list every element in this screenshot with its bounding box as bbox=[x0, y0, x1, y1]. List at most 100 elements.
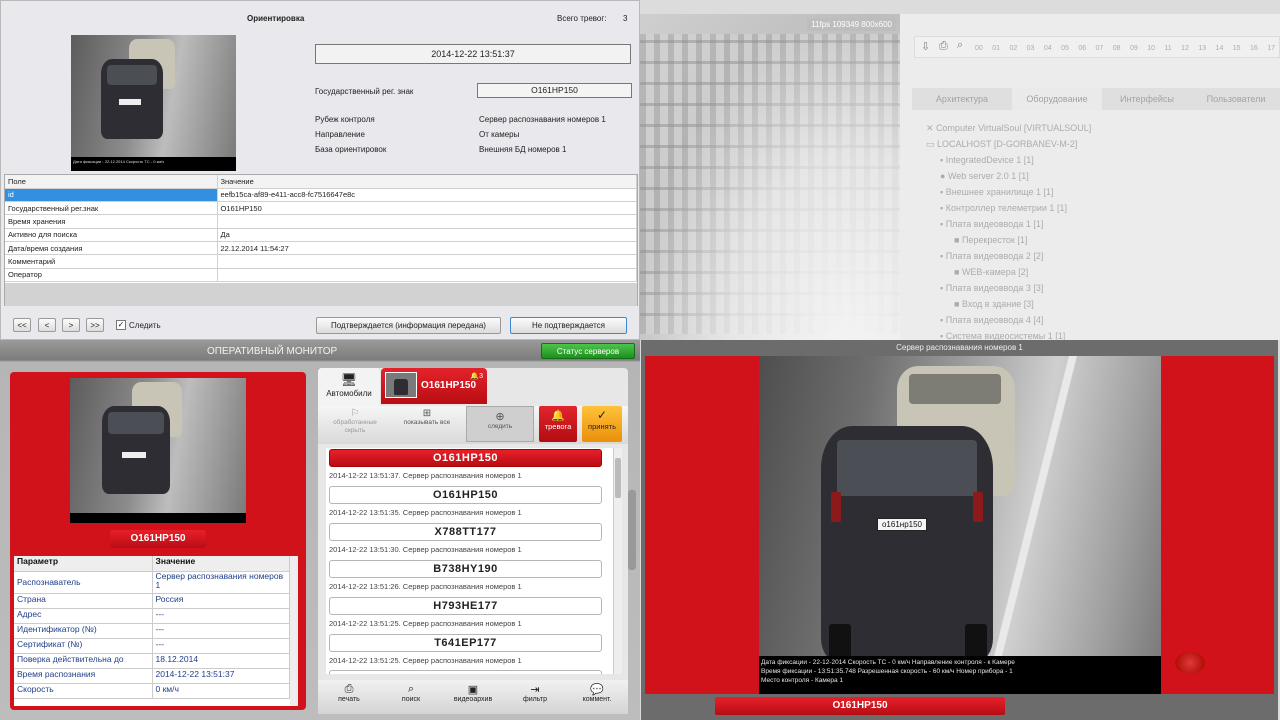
next-button[interactable]: > bbox=[62, 318, 80, 332]
reject-button[interactable]: Не подтверждается bbox=[510, 317, 627, 334]
tree-item[interactable]: ▪ Система видеосистемы 1 [1] bbox=[920, 328, 1270, 340]
timeline-bar[interactable]: ⇩ ⎙ ⌕ 00 01 02 03 04 05 06 07 08 09 10 11 12 13 14 15 16… bbox=[914, 36, 1280, 58]
caption-line-2: Время фиксации - 13:51:35.748 Разрешенна… bbox=[761, 668, 1013, 675]
tree-item[interactable]: ▪ Внешнее хранилище 1 [1] bbox=[920, 184, 1270, 200]
tree-item[interactable]: ■ Перекресток [1] bbox=[920, 232, 1270, 248]
first-button[interactable]: << bbox=[13, 318, 31, 332]
tab-alert[interactable]: O161HP150 🔔3 bbox=[381, 368, 487, 404]
table-header-value: Значение bbox=[217, 175, 637, 189]
list-scrollbar[interactable] bbox=[613, 448, 622, 674]
config-tabs: Архитектура Оборудование Интерфейсы Поль… bbox=[912, 88, 1280, 110]
printer-icon: ⎙ bbox=[344, 683, 354, 695]
logo-icon bbox=[1175, 652, 1205, 674]
follow-checkbox[interactable]: ✓ bbox=[116, 320, 126, 330]
tree-item[interactable]: ▪ Контроллер телеметрии 1 [1] bbox=[920, 200, 1270, 216]
params-table[interactable]: Параметр Значение Распознаватель Сервер ра… bbox=[14, 556, 298, 706]
archive-button[interactable]: ▣ видеоархив bbox=[442, 680, 504, 714]
table-row[interactable]: Адрес --- bbox=[14, 608, 290, 624]
tab-architecture[interactable]: Архитектура bbox=[912, 88, 1012, 110]
table-row[interactable]: Оператор bbox=[5, 268, 637, 282]
events-panel: 🖥 Автомобили O161HP150 🔔3 ⚐ обработанные… bbox=[318, 368, 628, 714]
timeline-tick: 08 bbox=[1112, 45, 1121, 52]
tree-item[interactable]: ✕ Computer VirtualSoul [VIRTUALSOUL] bbox=[920, 120, 1270, 136]
filter-icon: ⇥ bbox=[530, 684, 540, 696]
list-item-plate[interactable]: X788TT177 bbox=[329, 523, 602, 541]
monitor-icon: 🖥 bbox=[340, 372, 358, 387]
list-item-plate[interactable]: O161HP150 bbox=[329, 486, 602, 504]
zoom-icon[interactable]: ⌕ bbox=[957, 39, 963, 52]
tab-interfaces[interactable]: Интерфейсы bbox=[1102, 88, 1192, 110]
table-row[interactable]: Сертификат (№) --- bbox=[14, 638, 290, 654]
operative-monitor: ОПЕРАТИВНЫЙ МОНИТОР Статус серверов O161… bbox=[0, 340, 640, 720]
bell-icon: 🔔 bbox=[551, 410, 565, 422]
params-header-param: Параметр bbox=[14, 556, 153, 572]
tab-cars[interactable]: 🖥 Автомобили bbox=[318, 368, 380, 406]
tree-node-icon: ● bbox=[940, 171, 948, 181]
params-scrollbar[interactable] bbox=[290, 556, 298, 706]
list-item-plate[interactable]: O161HP150 bbox=[329, 449, 602, 467]
list-item-time: 2014-12-22 13:51:37. Сервер распознавани… bbox=[329, 471, 522, 480]
timeline-tick: 12 bbox=[1181, 45, 1189, 52]
table-row[interactable]: Время распознания 2014-12-22 13:51:37 bbox=[14, 668, 290, 684]
print-icon[interactable]: ⎙ bbox=[939, 40, 948, 53]
tree-item-label: Перекресток [1] bbox=[961, 235, 1028, 245]
tree-item-label: WEB-камера [2] bbox=[961, 267, 1029, 277]
tree-item[interactable]: ▪ Плата видеоввода 1 [1] bbox=[920, 216, 1270, 232]
list-item-time: 2014-12-22 13:51:25. Сервер распознавани… bbox=[329, 656, 522, 665]
comment-icon: 💬 bbox=[590, 684, 604, 696]
server-status-button[interactable]: Статус серверов bbox=[541, 343, 635, 359]
comment-button[interactable]: 💬 коммент. bbox=[566, 680, 628, 714]
list-item-plate[interactable]: T641EP177 bbox=[329, 634, 602, 652]
confirm-button[interactable]: Подтверждается (информация передана) bbox=[316, 317, 501, 334]
tree-item[interactable]: ▪ Плата видеоввода 3 [3] bbox=[920, 280, 1270, 296]
alert-count: 🔔3 bbox=[470, 373, 483, 380]
follow-button[interactable]: ⊕ следить bbox=[466, 406, 534, 442]
tree-item[interactable]: ■ WEB-камера [2] bbox=[920, 264, 1270, 280]
processed-hide-button[interactable]: ⚐ обработанные скрыть bbox=[326, 408, 384, 442]
caption-line-3: Место контроля - Камера 1 bbox=[761, 677, 844, 684]
target-icon: ⊕ bbox=[495, 411, 505, 423]
orientation-table[interactable]: Поле Значение id eefb15ca-af89-e411-acc8… bbox=[4, 174, 638, 306]
print-button[interactable]: ⎙ печать bbox=[318, 680, 380, 714]
table-row[interactable]: Активно для поиска Да bbox=[5, 228, 637, 242]
tree-node-icon: ■ bbox=[954, 235, 962, 245]
orientation-title: Ориентировка bbox=[247, 14, 305, 23]
table-row[interactable]: Распознаватель Сервер распознавания номер… bbox=[14, 571, 290, 594]
tree-item[interactable]: ▭ LOCALHOST [D-GORBANEV-M-2] bbox=[920, 136, 1270, 152]
search-button[interactable]: ⌕ поиск bbox=[380, 680, 442, 714]
list-item-plate[interactable]: H793HE177 bbox=[329, 597, 602, 615]
tree-item-label: Система видеосистемы 1 [1] bbox=[945, 331, 1066, 340]
search-icon: ⌕ bbox=[407, 683, 415, 695]
prev-button[interactable]: < bbox=[38, 318, 56, 332]
tree-item[interactable]: ● Web server 2.0 1 [1] bbox=[920, 168, 1270, 184]
tree-item[interactable]: ▪ Плата видеоввода 2 [2] bbox=[920, 248, 1270, 264]
last-button[interactable]: >> bbox=[86, 318, 104, 332]
show-all-button[interactable]: ⊞ показывать все bbox=[398, 408, 456, 442]
tree-item[interactable]: ▪ IntegratedDevice 1 [1] bbox=[920, 152, 1270, 168]
filter-button[interactable]: ⇥ фильтр bbox=[504, 680, 566, 714]
table-row[interactable]: Скорость 0 км/ч bbox=[14, 683, 290, 699]
timeline-tick: 03 bbox=[1026, 45, 1035, 52]
tab-equipment[interactable]: Оборудование bbox=[1012, 88, 1102, 110]
table-row[interactable]: Государственный рег.знак O161HP150 bbox=[5, 201, 637, 216]
tree-item[interactable]: ■ Вход в здание [3] bbox=[920, 296, 1270, 312]
table-row[interactable]: Время хранения bbox=[5, 214, 637, 229]
table-row[interactable]: Страна Россия bbox=[14, 593, 290, 609]
operative-title: ОПЕРАТИВНЫЙ МОНИТОР bbox=[207, 346, 338, 357]
list-item-plate[interactable]: B738HY190 bbox=[329, 560, 602, 578]
table-row[interactable]: Дата/время создания 22.12.2014 11:54:27 bbox=[5, 241, 637, 256]
events-list[interactable]: O161HP150 2014-12-22 13:51:37. Сервер ра… bbox=[326, 448, 622, 674]
table-row[interactable]: Идентификатор (№) --- bbox=[14, 623, 290, 639]
accept-button[interactable]: ✓ принять bbox=[582, 406, 622, 442]
tab-users[interactable]: Пользователи bbox=[1192, 88, 1280, 110]
timeline-tick: 06 bbox=[1078, 45, 1087, 52]
list-item-time: 2014-12-22 13:51:30. Сервер распознавани… bbox=[329, 545, 522, 554]
table-row[interactable]: Поверка действительна до 18.12.2014 bbox=[14, 653, 290, 669]
event-plate: O161HP150 bbox=[110, 530, 206, 548]
table-row[interactable]: id eefb15ca-af89-e411-acc8-fc7516647e8c bbox=[5, 188, 637, 203]
tree-item[interactable]: ▪ Плата видеоввода 4 [4] bbox=[920, 312, 1270, 328]
download-icon[interactable]: ⇩ bbox=[921, 40, 930, 53]
table-row[interactable]: Комментарий bbox=[5, 254, 637, 269]
panel-scrollbar[interactable] bbox=[628, 490, 636, 570]
alarm-button[interactable]: 🔔 тревога bbox=[539, 406, 577, 442]
